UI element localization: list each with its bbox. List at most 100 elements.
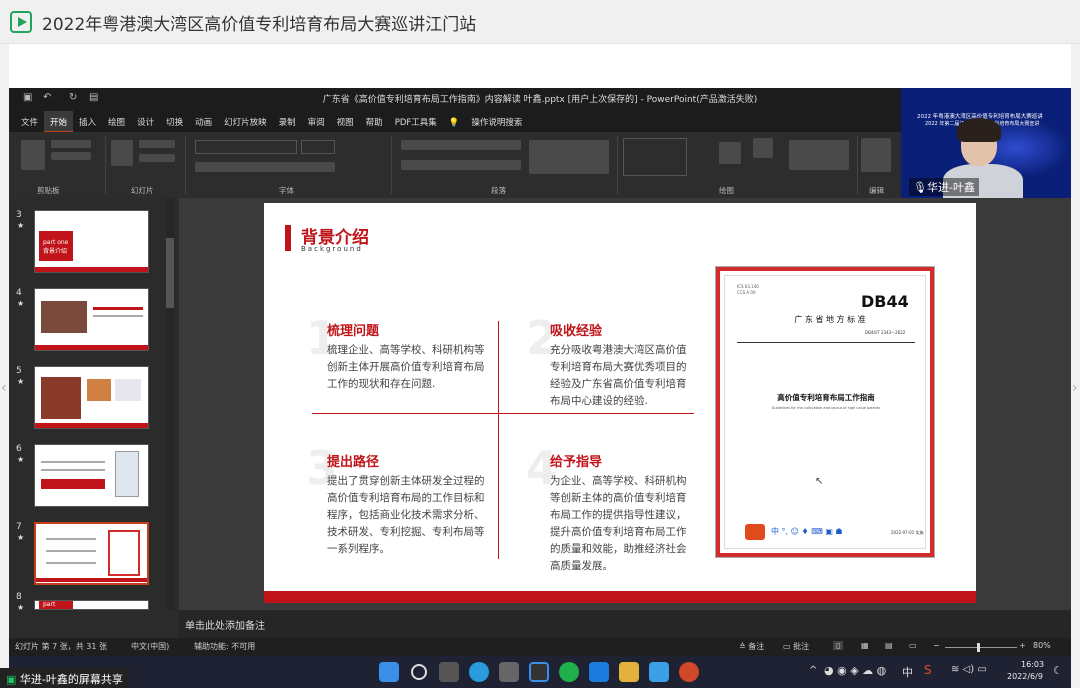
paste-icon[interactable]	[21, 140, 45, 170]
tab-view[interactable]: 视图	[331, 111, 360, 133]
slide-thumbnail[interactable]	[34, 366, 149, 429]
std-province: 广 东 省 地 方 标 准	[794, 315, 866, 324]
start-icon[interactable]	[379, 662, 399, 682]
reading-view-icon[interactable]: ▤	[885, 641, 893, 650]
folder-icon[interactable]	[619, 662, 639, 682]
paragraph-buttons[interactable]	[401, 140, 521, 150]
align-buttons[interactable]	[401, 160, 521, 170]
notification-icon[interactable]: ☾	[1053, 664, 1063, 677]
tray-icons[interactable]: ◕ ◉ ◈ ☁ ◍	[824, 664, 886, 677]
tab-pdf[interactable]: PDF工具集	[389, 111, 443, 133]
divider-horizontal	[312, 413, 694, 414]
editing-buttons[interactable]	[861, 138, 891, 172]
group-slides: 幻灯片	[131, 186, 154, 195]
cut-icon[interactable]	[51, 140, 91, 148]
reset-icon[interactable]	[139, 154, 175, 162]
accessibility-status[interactable]: 辅助功能: 不可用	[194, 641, 255, 652]
store-icon[interactable]	[499, 662, 519, 682]
tab-help[interactable]: 帮助	[360, 111, 389, 133]
tell-me-search[interactable]: 操作说明搜索	[465, 111, 528, 133]
font-format-buttons[interactable]	[195, 162, 335, 172]
clock-date[interactable]: 2022/6/9	[1007, 672, 1043, 681]
search-app-icon[interactable]	[529, 662, 549, 682]
ime-indicator[interactable]: 中	[902, 664, 913, 680]
thumb-number: 8	[16, 592, 22, 602]
slide-thumbnail[interactable]	[34, 288, 149, 351]
thumb-star: ★	[17, 455, 25, 464]
group-drawing: 绘图	[719, 186, 734, 195]
sogou-tray-icon[interactable]: S	[924, 663, 932, 677]
tab-design[interactable]: 设计	[131, 111, 160, 133]
copy-icon[interactable]	[51, 152, 91, 160]
mic-icon: 🎙	[913, 181, 927, 194]
thumb-number: 7	[16, 522, 22, 532]
divider-vertical	[498, 321, 499, 559]
edge-icon[interactable]	[469, 662, 489, 682]
slide-sorter-icon[interactable]: ▦	[861, 641, 869, 650]
shape-format-buttons[interactable]	[789, 140, 849, 170]
notes-button[interactable]: ≙ 备注	[739, 641, 764, 652]
slide-thumbnail-selected[interactable]	[34, 522, 149, 585]
thumb-star: ★	[17, 221, 25, 230]
ribbon: 剪贴板 幻灯片 字体 段落 绘图 编辑	[9, 132, 901, 198]
network-volume-battery-icons[interactable]: ≋ ◁) ▭	[951, 664, 987, 675]
normal-view-icon[interactable]: ▯	[833, 641, 844, 650]
arrange-icon[interactable]	[719, 142, 741, 164]
zoom-out-icon[interactable]: −	[933, 641, 940, 650]
tab-home[interactable]: 开始	[44, 111, 74, 133]
window-title: 2022年粤港澳大湾区高价值专利培育布局大赛巡讲江门站	[42, 15, 477, 35]
tab-file[interactable]: 文件	[9, 111, 44, 133]
notes-label: 备注	[748, 642, 765, 651]
current-slide[interactable]: 背景介绍 Background 1 梳理问题 梳理企业、高等学校、科研机构等创新…	[264, 203, 976, 603]
zoom-in-icon[interactable]: +	[1019, 641, 1026, 650]
slide-thumbnail[interactable]	[34, 444, 149, 507]
font-size-select[interactable]	[301, 140, 335, 154]
screen-share-icon: ▣	[6, 673, 17, 686]
text-direction-buttons[interactable]	[529, 140, 609, 174]
std-date: 2022-07-01 实施	[891, 530, 924, 535]
clock-time[interactable]: 16:03	[1021, 660, 1044, 669]
status-bar: 幻灯片 第 7 张，共 31 张 中文(中国) 辅助功能: 不可用 ≙ 备注 ▭…	[9, 638, 1071, 656]
prev-arrow-icon[interactable]: ‹	[1, 380, 7, 396]
zoom-slider[interactable]	[945, 647, 1017, 648]
std-number: DB44/T 2343—2022	[865, 330, 906, 335]
layout-icon[interactable]	[139, 140, 175, 148]
tab-slideshow[interactable]: 幻灯片放映	[218, 111, 273, 133]
wechat-icon[interactable]	[559, 662, 579, 682]
next-arrow-icon[interactable]: ›	[1072, 380, 1078, 396]
sogou-ime-icon	[745, 524, 765, 540]
quadrant-heading: 给予指导	[550, 455, 603, 470]
group-clipboard: 剪贴板	[37, 186, 60, 195]
slide-thumbnail[interactable]: part one 背景介绍	[34, 210, 149, 273]
notes-pane[interactable]: 单击此处添加备注	[179, 610, 1071, 638]
font-name-select[interactable]	[195, 140, 297, 154]
slide-thumbnail[interactable]: part	[34, 600, 149, 610]
std-title-en: Guidelines for the cultivation and layou…	[771, 406, 881, 410]
tab-transitions[interactable]: 切换	[160, 111, 189, 133]
zoom-level[interactable]: 80%	[1033, 641, 1051, 650]
tab-insert[interactable]: 插入	[73, 111, 102, 133]
std-ccs: CCS A 00	[737, 290, 756, 295]
mail-icon[interactable]	[589, 662, 609, 682]
shapes-gallery[interactable]	[623, 138, 687, 176]
chevron-up-icon[interactable]: ^	[809, 665, 817, 676]
task-view-icon[interactable]	[439, 662, 459, 682]
thumb-star: ★	[17, 533, 25, 542]
comments-button[interactable]: ▭ 批注	[783, 641, 809, 652]
thumbnail-scrollbar-thumb[interactable]	[166, 238, 174, 308]
search-icon[interactable]	[411, 664, 427, 680]
new-slide-icon[interactable]	[111, 140, 133, 166]
powerpoint-icon[interactable]	[679, 662, 699, 682]
tab-record[interactable]: 录制	[273, 111, 302, 133]
group-paragraph: 段落	[491, 186, 506, 195]
zoom-slider-thumb[interactable]	[977, 643, 980, 652]
tab-draw[interactable]: 绘图	[102, 111, 131, 133]
quick-styles-icon[interactable]	[753, 138, 773, 158]
tab-review[interactable]: 审阅	[302, 111, 331, 133]
language-status[interactable]: 中文(中国)	[131, 641, 169, 652]
tab-animations[interactable]: 动画	[189, 111, 218, 133]
slideshow-icon[interactable]: ▭	[909, 641, 917, 650]
std-ics: ICS 03.140	[737, 284, 759, 289]
photos-icon[interactable]	[649, 662, 669, 682]
play-icon[interactable]	[10, 11, 32, 33]
